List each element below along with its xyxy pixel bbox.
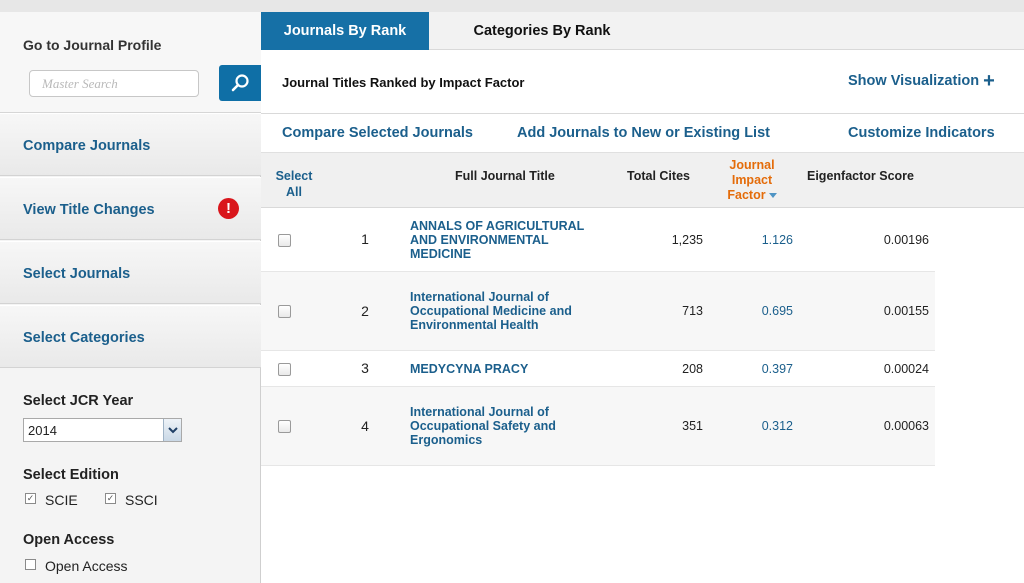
- journal-title-link[interactable]: International Journal of Occupational Sa…: [410, 405, 610, 447]
- table-row: 3 MEDYCYNA PRACY 208 0.397 0.00024: [261, 351, 935, 387]
- edition-title: Select Edition: [23, 467, 119, 483]
- jif-value-link[interactable]: 0.397: [733, 362, 793, 376]
- ranked-title: Journal Titles Ranked by Impact Factor: [282, 75, 525, 90]
- search-title: Go to Journal Profile: [23, 37, 162, 53]
- jcr-year-title: Select JCR Year: [23, 393, 134, 409]
- ssci-checkbox[interactable]: ✓: [105, 493, 116, 504]
- row-rank: 3: [361, 360, 369, 376]
- jif-value-link[interactable]: 0.312: [733, 419, 793, 433]
- jif-line-2: Impact: [731, 173, 773, 187]
- sidebar: Go to Journal Profile Compare Journals V…: [0, 12, 261, 583]
- journal-title-link[interactable]: MEDYCYNA PRACY: [410, 362, 610, 376]
- total-cites-header[interactable]: Total Cites: [627, 169, 690, 183]
- table-header: Select All Full Journal Title Total Cite…: [261, 152, 1024, 208]
- row-rank: 1: [361, 231, 369, 247]
- total-cites-value: 1,235: [671, 233, 703, 247]
- open-access-label: Open Access: [45, 558, 128, 574]
- show-visualization-link[interactable]: Show Visualization +: [848, 70, 995, 92]
- add-journals-to-list-link[interactable]: Add Journals to New or Existing List: [517, 125, 770, 141]
- view-title-changes-label: View Title Changes: [23, 202, 155, 218]
- total-cites-value: 208: [682, 362, 703, 376]
- tab-bar: Journals By Rank Categories By Rank: [261, 12, 1024, 50]
- total-cites-value: 713: [682, 304, 703, 318]
- select-journals-nav[interactable]: Select Journals: [0, 241, 261, 304]
- row-checkbox[interactable]: [278, 234, 291, 247]
- open-access-checkbox[interactable]: [25, 559, 36, 570]
- search-icon: [231, 74, 249, 92]
- select-categories-label: Select Categories: [23, 330, 145, 346]
- row-checkbox[interactable]: [278, 420, 291, 433]
- total-cites-value: 351: [682, 419, 703, 433]
- full-title-header[interactable]: Full Journal Title: [455, 169, 555, 183]
- ssci-label: SSCI: [125, 492, 158, 508]
- jcr-year-value: 2014: [28, 422, 57, 438]
- jif-line-3: Factor: [727, 188, 766, 202]
- compare-journals-label: Compare Journals: [23, 138, 151, 154]
- jif-header[interactable]: Journal Impact Factor: [717, 158, 787, 203]
- scie-checkbox[interactable]: ✓: [25, 493, 36, 504]
- table-row: 2 International Journal of Occupational …: [261, 272, 935, 351]
- compare-selected-journals-link[interactable]: Compare Selected Journals: [282, 125, 473, 141]
- table-row: 1 ANNALS OF AGRICULTURAL AND ENVIRONMENT…: [261, 208, 935, 272]
- jif-value-link[interactable]: 0.695: [733, 304, 793, 318]
- select-all-header[interactable]: Select All: [269, 168, 319, 200]
- jif-line-1: Journal: [729, 158, 775, 172]
- eigenfactor-header[interactable]: Eigenfactor Score: [807, 169, 914, 183]
- row-checkbox[interactable]: [278, 305, 291, 318]
- select-all-line-2: All: [286, 185, 302, 199]
- main-panel: Journals By Rank Categories By Rank Jour…: [261, 12, 1024, 583]
- row-rank: 2: [361, 303, 369, 319]
- eigenfactor-value: 0.00155: [883, 304, 929, 318]
- alert-icon: !: [218, 198, 239, 219]
- journal-title-link[interactable]: ANNALS OF AGRICULTURAL AND ENVIRONMENTAL…: [410, 219, 610, 261]
- tab-journals-by-rank[interactable]: Journals By Rank: [261, 12, 429, 50]
- table-row: 4 International Journal of Occupational …: [261, 387, 935, 466]
- row-rank: 4: [361, 418, 369, 434]
- plus-icon: +: [983, 70, 995, 92]
- view-title-changes-nav[interactable]: View Title Changes !: [0, 177, 261, 240]
- eigenfactor-value: 0.00024: [883, 362, 929, 376]
- tab-categories-by-rank[interactable]: Categories By Rank: [429, 12, 655, 50]
- jif-value-link[interactable]: 1.126: [733, 233, 793, 247]
- eigenfactor-value: 0.00196: [883, 233, 929, 247]
- journal-title-link[interactable]: International Journal of Occupational Me…: [410, 290, 610, 332]
- compare-journals-nav[interactable]: Compare Journals: [0, 113, 261, 176]
- sort-desc-icon: [768, 193, 777, 199]
- master-search-input[interactable]: [29, 70, 199, 97]
- select-all-line-1: Select: [275, 169, 313, 183]
- search-button[interactable]: [219, 65, 261, 101]
- select-journals-label: Select Journals: [23, 266, 131, 282]
- select-categories-nav[interactable]: Select Categories: [0, 305, 261, 368]
- divider: [261, 113, 1024, 114]
- jcr-year-select[interactable]: 2014: [23, 418, 182, 442]
- eigenfactor-value: 0.00063: [883, 419, 929, 433]
- show-visualization-label: Show Visualization: [848, 73, 980, 89]
- chevron-down-icon: [163, 419, 181, 441]
- open-access-title: Open Access: [23, 532, 115, 548]
- row-checkbox[interactable]: [278, 363, 291, 376]
- journal-profile-search-block: Go to Journal Profile: [0, 12, 261, 113]
- scie-label: SCIE: [45, 492, 78, 508]
- jcr-app: Go to Journal Profile Compare Journals V…: [0, 0, 1024, 583]
- customize-indicators-link[interactable]: Customize Indicators: [848, 125, 995, 141]
